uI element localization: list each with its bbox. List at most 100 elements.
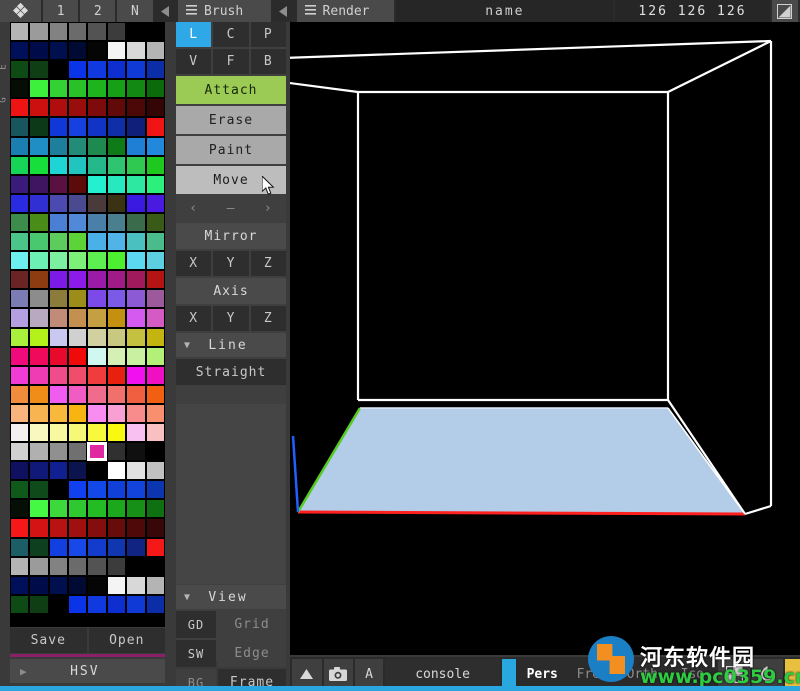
- projection-pers-button[interactable]: Pers: [518, 659, 566, 689]
- palette-swatch[interactable]: [29, 137, 48, 156]
- hsv-section-header[interactable]: ▶ HSV: [10, 659, 165, 683]
- palette-swatch[interactable]: [107, 251, 126, 270]
- palette-swatch[interactable]: [87, 423, 106, 442]
- palette-swatch[interactable]: [126, 156, 145, 175]
- palette-swatch[interactable]: [29, 251, 48, 270]
- palette-swatch[interactable]: [68, 117, 87, 136]
- palette-swatch[interactable]: [126, 347, 145, 366]
- palette-swatch[interactable]: [29, 480, 48, 499]
- palette-swatch[interactable]: [146, 22, 165, 41]
- view-edge-button[interactable]: Edge: [218, 640, 286, 667]
- palette-swatch[interactable]: [68, 366, 87, 385]
- palette-swatch[interactable]: [49, 347, 68, 366]
- render-panel-header[interactable]: Render: [297, 0, 395, 22]
- palette-swatch[interactable]: [68, 461, 87, 480]
- palette-swatch[interactable]: [87, 137, 106, 156]
- palette-swatch[interactable]: [107, 557, 126, 576]
- palette-swatch[interactable]: [29, 538, 48, 557]
- palette-swatch[interactable]: [146, 289, 165, 308]
- palette-swatch[interactable]: [49, 442, 68, 461]
- palette-swatch[interactable]: [107, 156, 126, 175]
- palette-swatch[interactable]: [87, 576, 106, 595]
- palette-swatch[interactable]: [126, 480, 145, 499]
- palette-swatch[interactable]: [146, 270, 165, 289]
- palette-swatch[interactable]: [87, 347, 106, 366]
- palette-swatch[interactable]: [10, 289, 29, 308]
- palette-swatch[interactable]: [10, 595, 29, 614]
- save-button[interactable]: Save: [10, 628, 87, 653]
- palette-swatch[interactable]: [49, 194, 68, 213]
- palette-swatch[interactable]: [29, 347, 48, 366]
- palette-swatch[interactable]: [29, 289, 48, 308]
- palette-swatch[interactable]: [68, 251, 87, 270]
- palette-swatch[interactable]: [68, 557, 87, 576]
- 3d-viewport[interactable]: [290, 22, 800, 655]
- palette-swatch[interactable]: [146, 194, 165, 213]
- palette-swatch[interactable]: [10, 60, 29, 79]
- palette-swatch[interactable]: [49, 137, 68, 156]
- palette-swatch[interactable]: [10, 366, 29, 385]
- palette-swatch[interactable]: [146, 137, 165, 156]
- palette-swatch[interactable]: [10, 576, 29, 595]
- palette-swatch[interactable]: [87, 175, 106, 194]
- accent-indicator[interactable]: [785, 659, 800, 689]
- palette-swatch[interactable]: [49, 557, 68, 576]
- palette-swatch[interactable]: [29, 270, 48, 289]
- palette-swatch[interactable]: [126, 385, 145, 404]
- palette-swatch[interactable]: [146, 213, 165, 232]
- palette-swatch[interactable]: [49, 366, 68, 385]
- palette-swatch[interactable]: [49, 385, 68, 404]
- palette-swatch[interactable]: [107, 328, 126, 347]
- palette-swatch[interactable]: [87, 308, 106, 327]
- palette-swatch[interactable]: [10, 251, 29, 270]
- palette-swatch[interactable]: [107, 22, 126, 41]
- mirror-axis-z[interactable]: Z: [251, 251, 286, 276]
- palette-swatch[interactable]: [29, 213, 48, 232]
- four-pane-layout-button[interactable]: [718, 659, 749, 689]
- palette-swatch[interactable]: [126, 308, 145, 327]
- palette-swatch[interactable]: [49, 328, 68, 347]
- palette-swatch[interactable]: [87, 461, 106, 480]
- palette-swatch[interactable]: [10, 156, 29, 175]
- palette-swatch[interactable]: [126, 328, 145, 347]
- palette-swatch[interactable]: [29, 518, 48, 537]
- palette-swatch[interactable]: [49, 22, 68, 41]
- palette-swatch[interactable]: [49, 175, 68, 194]
- palette-swatch[interactable]: [87, 366, 106, 385]
- palette-swatch[interactable]: [126, 499, 145, 518]
- palette-swatch[interactable]: [87, 194, 106, 213]
- console-color-swatch[interactable]: [502, 659, 516, 689]
- palette-swatch[interactable]: [10, 538, 29, 557]
- palette-swatch[interactable]: [10, 194, 29, 213]
- palette-swatch[interactable]: [126, 595, 145, 614]
- palette-swatch[interactable]: [29, 79, 48, 98]
- palette-swatch[interactable]: [146, 499, 165, 518]
- palette-swatch[interactable]: [126, 98, 145, 117]
- expand-console-button[interactable]: [292, 659, 322, 689]
- palette-swatch[interactable]: [146, 251, 165, 270]
- palette-swatch[interactable]: [126, 117, 145, 136]
- palette-swatch[interactable]: [87, 60, 106, 79]
- view-gd-button[interactable]: GD: [176, 611, 216, 638]
- palette-swatch[interactable]: [87, 328, 106, 347]
- palette-swatch[interactable]: [10, 137, 29, 156]
- mode-attach-button[interactable]: Attach: [176, 76, 286, 104]
- palette-swatch[interactable]: [49, 156, 68, 175]
- tab-n[interactable]: N: [117, 0, 152, 22]
- palette-swatch[interactable]: [68, 156, 87, 175]
- console-field[interactable]: console: [385, 659, 501, 689]
- palette-swatch[interactable]: [107, 137, 126, 156]
- brush-collapse-icon[interactable]: [273, 0, 295, 22]
- palette-swatch[interactable]: [68, 60, 87, 79]
- palette-swatch[interactable]: [68, 289, 87, 308]
- projection-free-button[interactable]: Free: [568, 659, 616, 689]
- brush-shape-b[interactable]: B: [251, 49, 286, 74]
- palette-swatch[interactable]: [146, 60, 165, 79]
- palette-swatch[interactable]: [146, 595, 165, 614]
- palette-swatch[interactable]: [146, 175, 165, 194]
- palette-swatch[interactable]: [107, 423, 126, 442]
- palette-swatch[interactable]: [68, 499, 87, 518]
- axis-z[interactable]: Z: [251, 306, 286, 331]
- mode-erase-button[interactable]: Erase: [176, 106, 286, 134]
- palette-swatch[interactable]: [10, 270, 29, 289]
